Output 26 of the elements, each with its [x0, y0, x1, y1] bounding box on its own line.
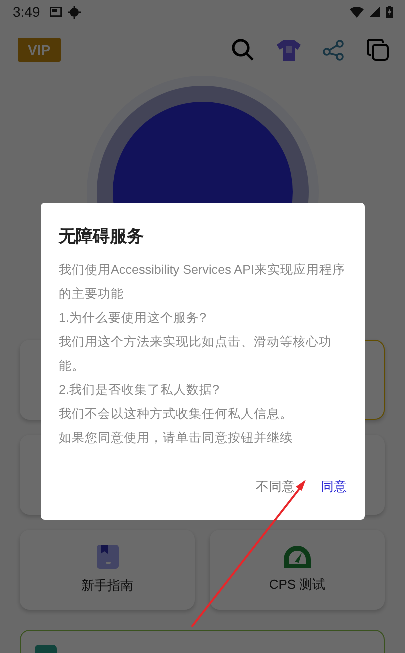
location-icon	[68, 6, 82, 18]
disagree-button[interactable]: 不同意	[254, 474, 297, 500]
tool-label: 新手指南	[82, 577, 134, 595]
tool-label: CPS 测试	[269, 576, 326, 594]
picture-in-picture-icon	[50, 7, 62, 17]
share-icon[interactable]	[323, 39, 345, 61]
wifi-icon	[350, 6, 364, 18]
dialog-text: 我们使用Accessibility Services API来实现应用程序的主要功能	[59, 262, 346, 303]
vip-badge[interactable]: VIP	[18, 38, 61, 62]
tshirt-icon[interactable]	[277, 40, 301, 60]
book-icon	[96, 545, 118, 569]
tool-card[interactable]: CPS 测试	[210, 530, 385, 610]
dialog-text: 如果您同意使用，请单击同意按钮并继续	[59, 430, 294, 447]
dialog-text: 2.我们是否收集了私人数据?	[59, 382, 221, 399]
dialog-text: 1.为什么要使用这个服务?	[59, 310, 208, 327]
battery-icon	[386, 6, 393, 18]
agree-button[interactable]: 同意	[319, 474, 349, 500]
copy-icon[interactable]	[367, 39, 389, 61]
gauge-icon	[284, 546, 311, 568]
dialog-text: 我们用这个方法来实现比如点击、滑动等核心功能。	[59, 334, 333, 375]
tool-card[interactable]: 新手指南	[20, 530, 195, 610]
search-icon[interactable]	[231, 38, 255, 62]
status-time: 3:49	[13, 4, 40, 20]
signal-icon	[370, 7, 380, 17]
dialog-text: 我们不会以这种方式收集任何私人信息。	[59, 406, 294, 423]
dialog-title: 无障碍服务	[59, 226, 145, 248]
